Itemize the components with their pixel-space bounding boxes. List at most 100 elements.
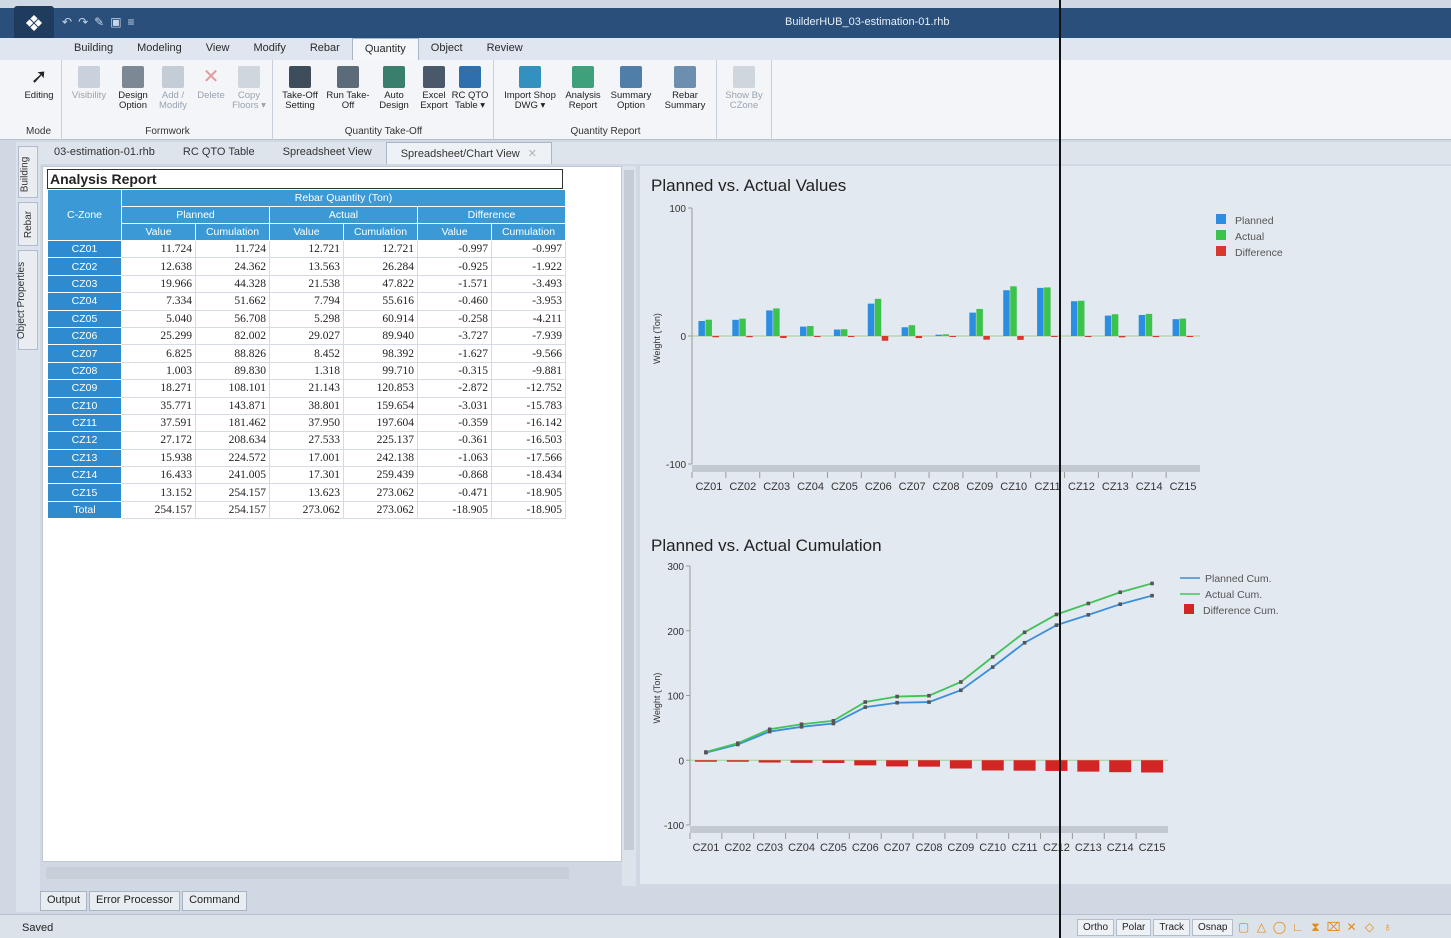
value-cell[interactable]: -3.727	[417, 326, 492, 346]
value-cell[interactable]: 12.721	[343, 239, 418, 259]
value-cell[interactable]: 47.822	[343, 274, 418, 294]
value-cell[interactable]: -18.434	[491, 466, 566, 485]
zone-cell[interactable]: CZ07	[47, 344, 122, 363]
value-cell[interactable]: 26.284	[343, 257, 418, 276]
rebar-summary-button[interactable]: Rebar Summary	[663, 66, 707, 120]
value-cell[interactable]: 29.027	[269, 326, 344, 346]
value-cell[interactable]: -1.571	[417, 274, 492, 294]
value-cell[interactable]: 89.940	[343, 326, 418, 346]
zone-cell[interactable]: CZ06	[47, 326, 122, 346]
value-cell[interactable]: 17.301	[269, 466, 344, 485]
value-cell[interactable]: 241.005	[195, 466, 270, 485]
value-cell[interactable]: 99.710	[343, 361, 418, 381]
osnap-toggle[interactable]: Osnap	[1192, 919, 1234, 936]
show-by-czone-button[interactable]: Show By CZone	[722, 66, 766, 120]
editing-button[interactable]: ➚ Editing	[17, 66, 61, 120]
zone-cell[interactable]: CZ15	[47, 483, 122, 502]
value-cell[interactable]: -16.142	[491, 413, 566, 433]
value-cell[interactable]: 89.830	[195, 361, 270, 381]
value-cell[interactable]: -0.471	[417, 483, 492, 502]
center-snap-icon[interactable]: ◯	[1271, 919, 1287, 935]
zone-cell[interactable]: CZ13	[47, 448, 122, 468]
value-cell[interactable]: 24.362	[195, 257, 270, 276]
table-row[interactable]: CZ01 11.724 11.724 12.721 12.721 -0.997 -0.997	[47, 239, 566, 259]
value-cell[interactable]: 254.157	[195, 483, 270, 502]
value-cell[interactable]: 1.003	[121, 361, 196, 381]
tab-quantity[interactable]: Quantity	[351, 38, 419, 60]
tab-rebar[interactable]: Rebar	[298, 38, 352, 60]
table-row[interactable]: Total 254.157 254.157 273.062 273.062 -18.905…	[47, 500, 566, 520]
zone-cell[interactable]: CZ11	[47, 413, 122, 433]
value-cell[interactable]: 19.966	[121, 274, 196, 294]
value-cell[interactable]: 12.638	[121, 257, 196, 276]
value-cell[interactable]: 56.708	[195, 309, 270, 328]
table-row[interactable]: CZ14 16.433 241.005 17.301 259.439 -0.868 -18.…	[47, 466, 566, 485]
table-row[interactable]: CZ13 15.938 224.572 17.001 242.138 -1.063 -17.…	[47, 448, 566, 468]
doc-tab-model[interactable]: 03-estimation-01.rhb	[40, 142, 169, 164]
zone-cell[interactable]: CZ02	[47, 257, 122, 276]
auto-design-button[interactable]: Auto Design	[372, 66, 416, 120]
value-cell[interactable]: -0.997	[491, 239, 566, 259]
value-cell[interactable]: 1.318	[269, 361, 344, 381]
close-icon[interactable]: ✕	[528, 148, 537, 160]
value-cell[interactable]: 273.062	[269, 500, 344, 520]
value-cell[interactable]: 37.591	[121, 413, 196, 433]
zone-cell[interactable]: CZ03	[47, 274, 122, 294]
value-cell[interactable]: -1.063	[417, 448, 492, 468]
value-cell[interactable]: -0.997	[417, 239, 492, 259]
value-cell[interactable]: -17.566	[491, 448, 566, 468]
pin-icon[interactable]: ✎	[94, 15, 104, 29]
perpendicular-snap-icon[interactable]: ∟	[1289, 919, 1305, 935]
value-cell[interactable]: 27.533	[269, 431, 344, 450]
value-cell[interactable]: -7.939	[491, 326, 566, 346]
zone-cell[interactable]: CZ04	[47, 292, 122, 311]
polar-toggle[interactable]: Polar	[1116, 919, 1152, 936]
zone-cell[interactable]: CZ05	[47, 309, 122, 328]
value-cell[interactable]: 259.439	[343, 466, 418, 485]
value-cell[interactable]: 13.623	[269, 483, 344, 502]
nearest-snap-icon[interactable]: ✕	[1343, 919, 1359, 935]
spreadsheet-panel[interactable]: Analysis Report C-Zone Rebar Quantity (T…	[42, 166, 622, 862]
tab-command[interactable]: Command	[182, 891, 247, 911]
save-icon[interactable]: ▣	[110, 15, 121, 29]
tangent-snap-icon[interactable]: ♁	[1379, 919, 1395, 935]
zone-cell[interactable]: CZ12	[47, 431, 122, 450]
tab-view[interactable]: View	[194, 38, 242, 60]
table-row[interactable]: CZ04 7.334 51.662 7.794 55.616 -0.460 -3.953	[47, 292, 566, 311]
midpoint-snap-icon[interactable]: △	[1253, 919, 1269, 935]
value-cell[interactable]: 208.634	[195, 431, 270, 450]
analysis-report-button[interactable]: Analysis Report	[561, 66, 605, 120]
visibility-button[interactable]: Visibility	[67, 66, 111, 120]
value-cell[interactable]: 51.662	[195, 292, 270, 311]
value-cell[interactable]: -15.783	[491, 396, 566, 415]
vertical-scrollbar[interactable]	[622, 166, 636, 886]
value-cell[interactable]: 38.801	[269, 396, 344, 415]
value-cell[interactable]: -1.627	[417, 344, 492, 363]
value-cell[interactable]: 55.616	[343, 292, 418, 311]
value-cell[interactable]: 5.298	[269, 309, 344, 328]
ortho-toggle[interactable]: Ortho	[1077, 919, 1115, 936]
value-cell[interactable]: -0.258	[417, 309, 492, 328]
run-takeoff-button[interactable]: Run Take-Off	[326, 66, 370, 120]
table-row[interactable]: CZ09 18.271 108.101 21.143 120.853 -2.872 -12.…	[47, 379, 566, 398]
value-cell[interactable]: 108.101	[195, 379, 270, 398]
zone-cell[interactable]: CZ14	[47, 466, 122, 485]
app-logo-icon[interactable]: ❖	[14, 6, 54, 42]
value-cell[interactable]: 11.724	[121, 239, 196, 259]
takeoff-setting-button[interactable]: Take-Off Setting	[278, 66, 322, 120]
value-cell[interactable]: 60.914	[343, 309, 418, 328]
value-cell[interactable]: 273.062	[343, 483, 418, 502]
value-cell[interactable]: -0.315	[417, 361, 492, 381]
value-cell[interactable]: 143.871	[195, 396, 270, 415]
value-cell[interactable]: 25.299	[121, 326, 196, 346]
zone-cell[interactable]: CZ10	[47, 396, 122, 415]
value-cell[interactable]: 159.654	[343, 396, 418, 415]
redo-icon[interactable]: ↷	[78, 15, 88, 29]
value-cell[interactable]: 242.138	[343, 448, 418, 468]
value-cell[interactable]: -3.493	[491, 274, 566, 294]
report-title[interactable]: Analysis Report	[47, 169, 563, 189]
side-tab-object-properties[interactable]: Object Properties	[16, 250, 38, 350]
scroll-thumb[interactable]	[624, 170, 634, 850]
value-cell[interactable]: 82.002	[195, 326, 270, 346]
table-row[interactable]: CZ06 25.299 82.002 29.027 89.940 -3.727 -7.939	[47, 326, 566, 346]
